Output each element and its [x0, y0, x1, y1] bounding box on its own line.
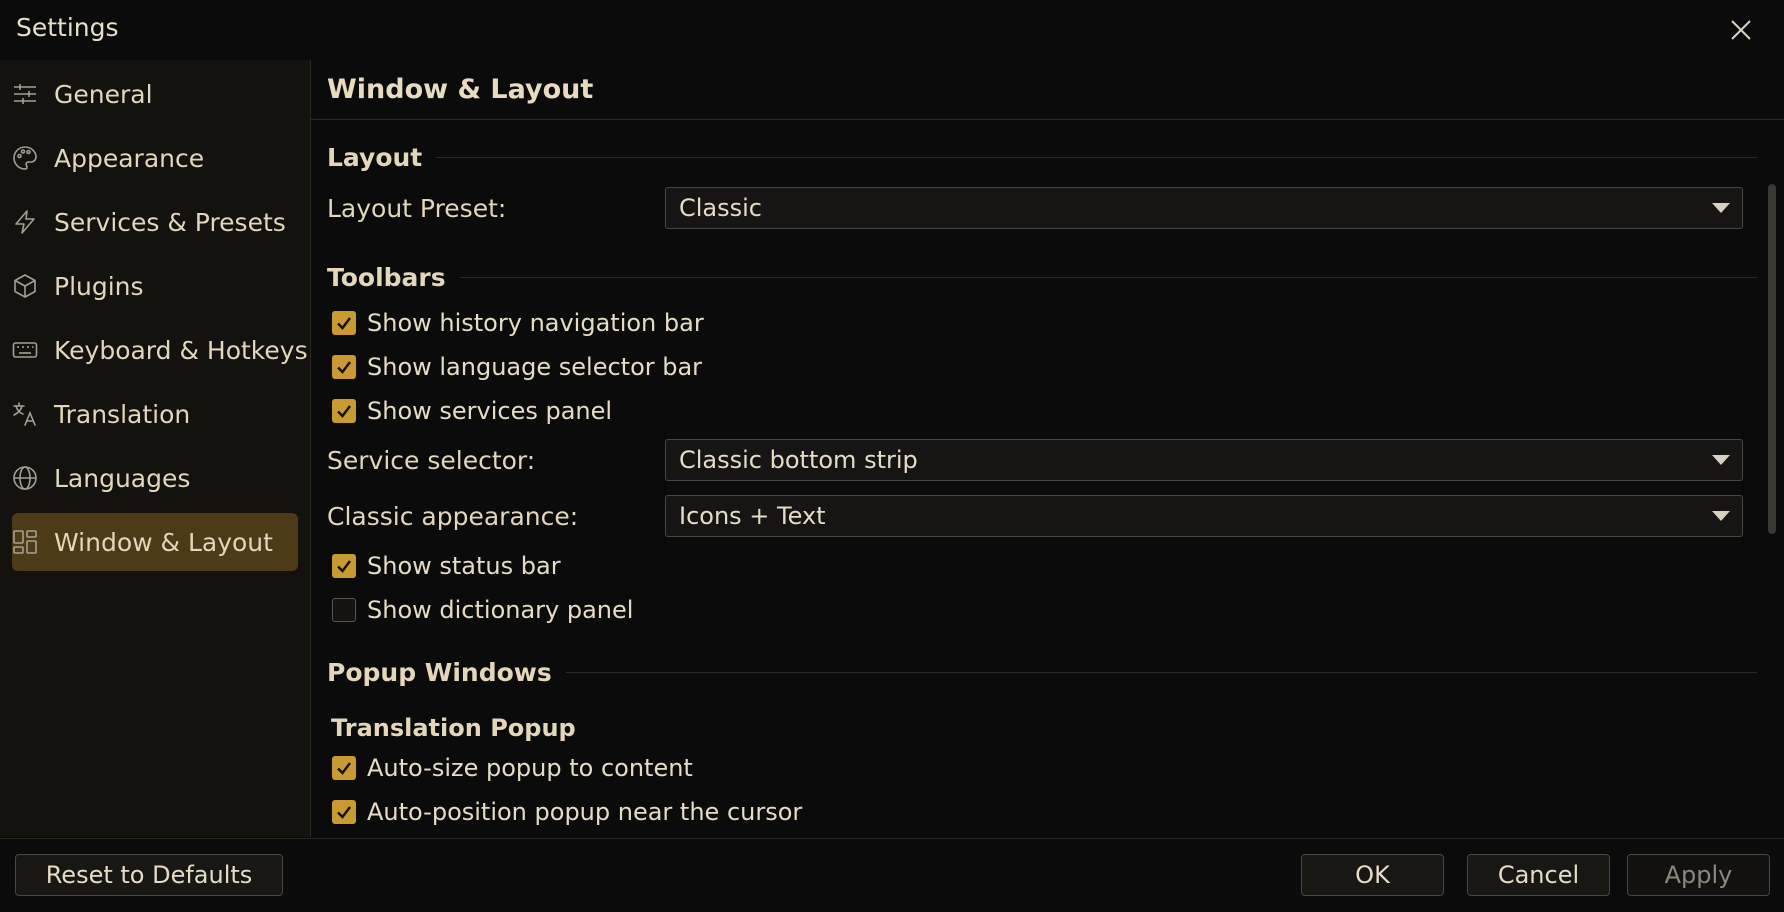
section-divider	[436, 156, 1757, 158]
checkbox-checked[interactable]	[332, 311, 356, 335]
checkmark-icon	[337, 806, 351, 819]
checkbox-checked[interactable]	[332, 800, 356, 824]
checkbox-label: Auto-position popup near the cursor	[367, 798, 803, 826]
sidebar-item-label: Plugins	[54, 271, 144, 301]
section-label: Popup Windows	[327, 657, 552, 687]
section-label: Layout	[327, 142, 423, 172]
checkbox-checked[interactable]	[332, 399, 356, 423]
select-value: Classic	[679, 194, 763, 222]
chevron-down-icon	[1712, 203, 1730, 213]
select-value: Classic bottom strip	[679, 446, 918, 474]
checkbox-label: Show dictionary panel	[367, 596, 634, 624]
section-popup-windows: Popup Windows	[327, 657, 1757, 687]
auto-size-popup-checkbox[interactable]: Auto-size popup to content	[332, 753, 693, 783]
sidebar-item-label: Translation	[54, 399, 191, 429]
section-toolbars: Toolbars	[327, 262, 1757, 292]
sidebar: General Appearance Services & Presets Pl…	[0, 60, 311, 837]
sliders-icon	[12, 81, 38, 107]
service-selector-select[interactable]: Classic bottom strip	[665, 439, 1743, 481]
checkbox-label: Show services panel	[367, 397, 613, 425]
layout-preset-label: Layout Preset:	[327, 194, 507, 223]
section-label: Toolbars	[327, 262, 446, 292]
checkmark-icon	[337, 405, 351, 418]
language-selector-checkbox[interactable]: Show language selector bar	[332, 352, 702, 382]
checkmark-icon	[337, 560, 351, 573]
title-divider	[311, 119, 1784, 120]
settings-content: Window & Layout Layout Layout Preset: Cl…	[311, 60, 1784, 837]
checkbox-label: Auto-size popup to content	[367, 754, 693, 782]
cube-icon	[12, 273, 38, 299]
sidebar-item-services-presets[interactable]: Services & Presets	[12, 193, 298, 251]
checkbox-label: Show status bar	[367, 552, 561, 580]
sidebar-item-label: Keyboard & Hotkeys	[54, 335, 308, 365]
checkbox-label: Show history navigation bar	[367, 309, 704, 337]
sidebar-item-plugins[interactable]: Plugins	[12, 257, 298, 315]
checkbox-checked[interactable]	[332, 554, 356, 578]
scrollbar-thumb[interactable]	[1768, 184, 1776, 534]
page-title: Window & Layout	[327, 74, 594, 105]
layout-preset-select[interactable]: Classic	[665, 187, 1743, 229]
reset-defaults-button[interactable]: Reset to Defaults	[15, 854, 283, 896]
layout-grid-icon	[12, 529, 38, 555]
service-selector-label: Service selector:	[327, 446, 536, 475]
palette-icon	[12, 145, 38, 171]
checkmark-icon	[337, 762, 351, 775]
chevron-down-icon	[1712, 455, 1730, 465]
ok-button[interactable]: OK	[1301, 854, 1444, 896]
services-panel-checkbox[interactable]: Show services panel	[332, 396, 612, 426]
sidebar-item-translation[interactable]: Translation	[12, 385, 298, 443]
sidebar-item-appearance[interactable]: Appearance	[12, 129, 298, 187]
sidebar-item-label: General	[54, 79, 153, 109]
status-bar-checkbox[interactable]: Show status bar	[332, 551, 561, 581]
select-value: Icons + Text	[679, 502, 826, 530]
sidebar-item-languages[interactable]: Languages	[12, 449, 298, 507]
close-icon	[1731, 20, 1751, 40]
translation-popup-subtitle: Translation Popup	[331, 714, 576, 742]
title-bar: Settings	[0, 0, 1784, 60]
window-title: Settings	[16, 13, 119, 42]
checkbox-unchecked[interactable]	[332, 598, 356, 622]
dialog-footer: Reset to Defaults OK Cancel Apply	[0, 838, 1784, 912]
keyboard-icon	[12, 337, 38, 363]
checkbox-label: Show language selector bar	[367, 353, 703, 381]
checkbox-checked[interactable]	[332, 355, 356, 379]
section-layout: Layout	[327, 142, 1757, 172]
sidebar-item-label: Window & Layout	[54, 527, 273, 557]
classic-appearance-select[interactable]: Icons + Text	[665, 495, 1743, 537]
sidebar-item-general[interactable]: General	[12, 65, 298, 123]
chevron-down-icon	[1712, 511, 1730, 521]
cancel-button[interactable]: Cancel	[1467, 854, 1610, 896]
globe-icon	[12, 465, 38, 491]
checkmark-icon	[337, 317, 351, 330]
checkmark-icon	[337, 361, 351, 374]
sidebar-item-label: Languages	[54, 463, 191, 493]
auto-position-popup-checkbox[interactable]: Auto-position popup near the cursor	[332, 797, 802, 827]
checkbox-checked[interactable]	[332, 756, 356, 780]
section-divider	[459, 276, 1757, 278]
classic-appearance-label: Classic appearance:	[327, 502, 579, 531]
lightning-icon	[12, 209, 38, 235]
apply-button[interactable]: Apply	[1627, 854, 1770, 896]
history-nav-checkbox[interactable]: Show history navigation bar	[332, 308, 704, 338]
dictionary-panel-checkbox[interactable]: Show dictionary panel	[332, 595, 633, 625]
sidebar-item-window-layout[interactable]: Window & Layout	[12, 513, 298, 571]
close-button[interactable]	[1725, 14, 1757, 46]
sidebar-item-label: Services & Presets	[54, 207, 286, 237]
section-divider	[565, 671, 1757, 673]
sidebar-item-keyboard-hotkeys[interactable]: Keyboard & Hotkeys	[12, 321, 308, 379]
sidebar-item-label: Appearance	[54, 143, 205, 173]
translate-icon	[12, 401, 38, 427]
vertical-scrollbar[interactable]	[1767, 124, 1777, 836]
